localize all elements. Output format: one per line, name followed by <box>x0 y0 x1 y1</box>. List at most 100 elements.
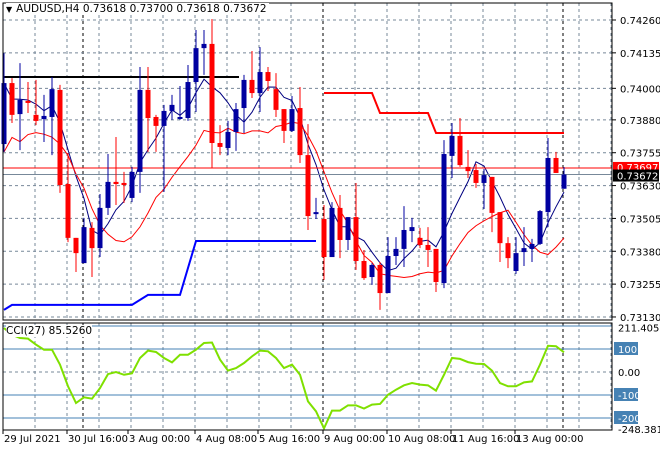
candle <box>281 109 287 143</box>
candle-body <box>121 182 127 186</box>
cci-axis-label: 211.4057 <box>618 323 660 334</box>
candle-body <box>313 212 319 215</box>
candle <box>353 182 359 270</box>
candle <box>257 47 263 112</box>
candle <box>289 95 295 132</box>
candle <box>209 18 215 168</box>
candle <box>113 136 119 206</box>
candle-body <box>33 114 39 121</box>
candle <box>65 152 71 243</box>
cci-axis-label: -248.381 <box>618 425 660 436</box>
candle <box>177 85 183 120</box>
candle <box>337 195 343 259</box>
candle-body <box>361 260 367 279</box>
candle <box>489 176 495 233</box>
candle <box>401 206 407 268</box>
cci-axis-label: -100 <box>618 391 641 402</box>
cci-axis-label: -200 <box>618 414 641 425</box>
candle-body <box>321 218 327 258</box>
candle <box>465 150 471 178</box>
candle <box>145 67 151 152</box>
candle-body <box>225 131 231 148</box>
candle-body <box>185 82 191 119</box>
candle <box>249 51 255 99</box>
candle-body <box>201 43 207 49</box>
candle <box>361 249 367 280</box>
candle-body <box>73 237 79 254</box>
candle-body <box>145 89 151 119</box>
candle <box>161 104 167 192</box>
candle <box>441 140 447 289</box>
candle-body <box>529 243 535 249</box>
candle <box>297 87 303 163</box>
candle-body <box>345 217 351 240</box>
price-tick-label: 0.73755 <box>620 149 660 160</box>
candle-body <box>561 174 567 189</box>
candle <box>73 237 79 273</box>
candle-body <box>481 175 487 183</box>
time-tick-label: 13 Aug 00:00 <box>516 434 583 445</box>
time-tick-label: 9 Aug 00:00 <box>324 434 385 445</box>
candle-body <box>65 183 71 238</box>
price-chart[interactable]: 0.74260 0.74135 0.74000 0.73880 0.73755 0.736… <box>0 0 660 450</box>
low-value: 0.73618 <box>176 3 220 15</box>
candle <box>561 167 567 189</box>
candle-body <box>161 110 167 126</box>
price-tick-label: 0.74260 <box>620 16 660 27</box>
price-tick-label: 0.74000 <box>620 84 660 95</box>
candle <box>497 212 503 263</box>
candle-body <box>441 154 447 284</box>
candle-body <box>9 83 15 115</box>
candle <box>9 78 15 124</box>
close-value: 0.73672 <box>223 3 267 15</box>
candle-body <box>49 89 55 117</box>
candle-body <box>97 207 103 249</box>
candle-body <box>169 104 175 111</box>
candle <box>513 237 519 274</box>
candle <box>457 118 463 167</box>
candle <box>369 263 375 285</box>
candle <box>185 64 191 121</box>
candle <box>321 205 327 280</box>
candle-body <box>281 109 287 131</box>
candle-body <box>193 48 199 83</box>
candle-body <box>217 142 223 147</box>
candle-body <box>457 135 463 166</box>
price-tick-label: 0.73255 <box>620 280 660 291</box>
candle-body <box>1 83 7 145</box>
candle <box>505 237 511 269</box>
candle-body <box>265 72 271 81</box>
time-tick-label: 3 Aug 00:00 <box>129 434 190 445</box>
time-tick-label: 30 Jul 16:00 <box>68 434 128 445</box>
candle <box>409 217 415 243</box>
cci-series-line <box>3 327 565 431</box>
candle-body <box>241 79 247 109</box>
candle-body <box>177 116 183 119</box>
indicator-levels <box>3 325 612 419</box>
candle <box>81 217 87 264</box>
candle-body <box>25 100 31 103</box>
candle-body <box>233 109 239 132</box>
price-tick-label: 0.73880 <box>620 116 660 127</box>
candle-body <box>417 237 423 245</box>
triangle-down-icon[interactable]: ▼ <box>6 5 12 14</box>
candle <box>217 125 223 156</box>
candle <box>33 79 39 126</box>
time-tick-label: 11 Aug 16:00 <box>452 434 519 445</box>
price-tick-label: 0.73380 <box>620 247 660 258</box>
candle-body <box>137 89 143 172</box>
candle <box>545 138 551 228</box>
price-tick-label: 0.73130 <box>620 313 660 324</box>
candle-body <box>337 207 343 240</box>
candle <box>425 227 431 268</box>
price-tick-label: 0.73505 <box>620 214 660 225</box>
symbol-label: AUDUSD,H4 <box>16 3 80 15</box>
candle-body <box>249 79 255 94</box>
resistance-line <box>324 92 564 135</box>
candle-body <box>329 207 335 258</box>
candle-body <box>401 229 407 249</box>
candle <box>385 237 391 294</box>
time-tick-label: 4 Aug 08:00 <box>196 434 257 445</box>
candle-body <box>105 181 111 208</box>
chart-header: ▼ AUDUSD,H4 0.73618 0.73700 0.73618 0.736… <box>6 3 269 15</box>
